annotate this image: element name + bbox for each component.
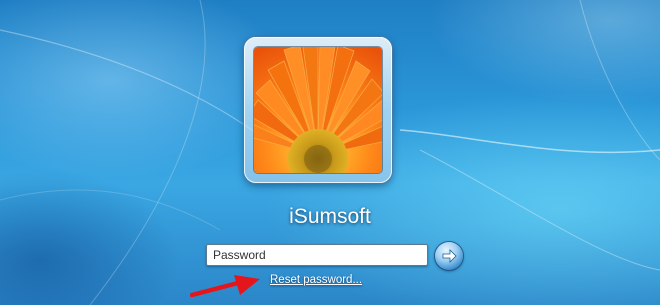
username-label: iSumsoft <box>289 205 371 228</box>
reset-password-link[interactable]: Reset password... <box>270 274 362 286</box>
flower-avatar-icon <box>254 47 382 173</box>
red-arrow-icon <box>190 275 260 298</box>
user-avatar-frame <box>244 37 392 183</box>
avatar <box>254 47 382 173</box>
submit-arrow-button[interactable] <box>435 242 463 270</box>
right-arrow-icon <box>442 249 457 263</box>
password-field[interactable] <box>206 244 428 266</box>
